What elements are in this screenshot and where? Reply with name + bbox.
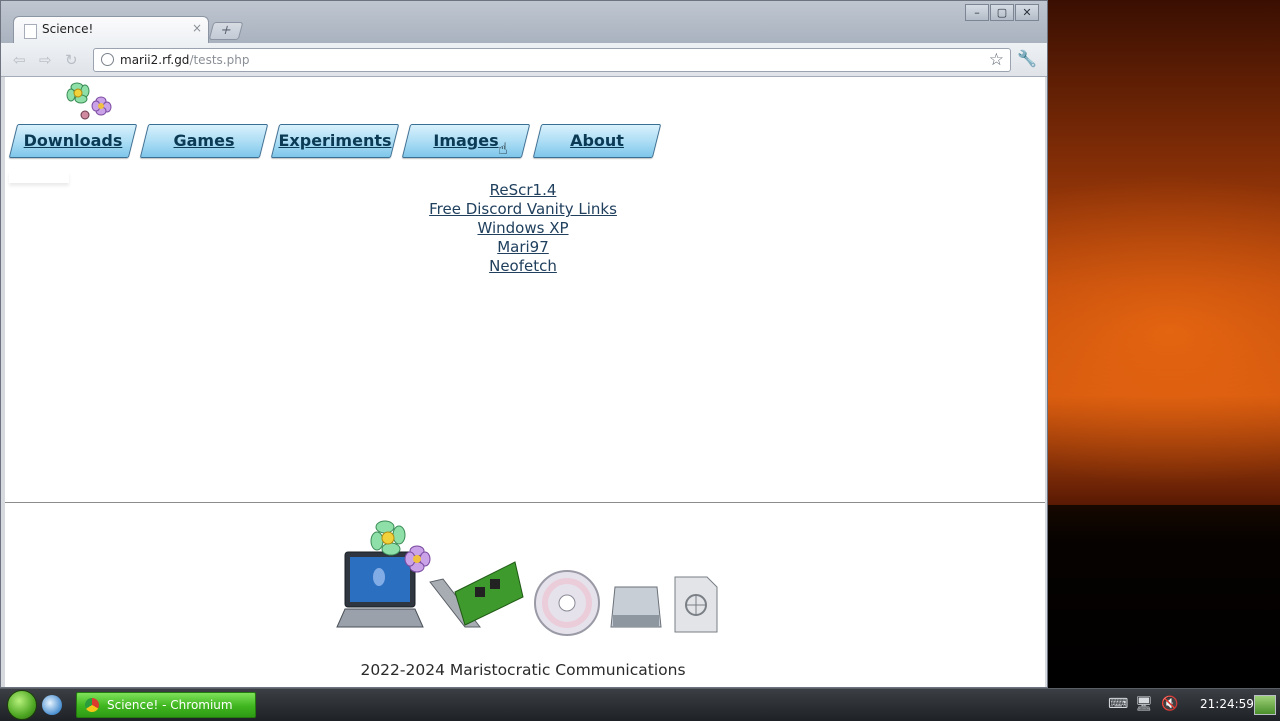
flower-logo-icon [66,82,112,120]
nav-experiments[interactable]: Experiments [270,124,400,158]
back-arrow-icon[interactable]: ⇦ [13,51,26,69]
tab-science[interactable]: Science! × [13,16,209,43]
wallpaper-horizon [1048,505,1280,695]
browser-window: Science! × + – ▢ ✕ ⇦ ⇨ ↻ marii2.rf.gd/te… [0,0,1048,688]
taskbar: Science! - Chromium ⌨ 🖥 🔇 21:24:59 [0,688,1280,721]
hard-drive-icon [610,586,662,628]
new-tab-button[interactable]: + [208,22,244,40]
close-window-button[interactable]: ✕ [1015,4,1039,21]
network-card-icon [429,561,524,628]
nav-games[interactable]: Games [139,124,269,158]
nav-label: Games [173,131,235,150]
url-text: marii2.rf.gd/tests.php [120,53,249,67]
start-button[interactable] [7,690,37,720]
link-list: ReScr1.4 Free Discord Vanity Links Windo… [5,181,1041,276]
link-windows-xp[interactable]: Windows XP [5,219,1041,238]
link-discord-vanity[interactable]: Free Discord Vanity Links [5,200,1041,219]
forward-arrow-icon[interactable]: ⇨ [39,51,52,69]
tab-title: Science! [42,22,94,36]
url-host: marii2.rf.gd [120,53,190,67]
globe-icon [101,53,114,66]
clock[interactable]: 21:24:59 [1200,697,1254,711]
nav-downloads[interactable]: Downloads [8,124,138,158]
link-rescr[interactable]: ReScr1.4 [5,181,1041,200]
minimize-button[interactable]: – [965,4,989,21]
chromium-icon [85,698,99,712]
address-bar[interactable]: marii2.rf.gd/tests.php ☆ [93,48,1011,72]
nav-label: Experiments [278,131,392,150]
window-controls: – ▢ ✕ [965,4,1039,21]
taskbar-item-label: Science! - Chromium [107,698,233,712]
nav-images[interactable]: Images [401,124,531,158]
taskbar-item-chromium[interactable]: Science! - Chromium [76,692,256,718]
system-tray: ⌨ 🖥 🔇 [1108,694,1180,714]
page-viewport: Downloads Games Experiments Images About… [5,77,1045,687]
browser-toolbar: ⇦ ⇨ ↻ marii2.rf.gd/tests.php ☆ 🔧 [1,43,1047,77]
link-neofetch[interactable]: Neofetch [5,257,1041,276]
wrench-menu-icon[interactable]: 🔧 [1017,49,1037,68]
bookmark-star-icon[interactable]: ☆ [989,50,1004,70]
network-icon[interactable]: 🖥 [1134,694,1154,714]
link-mari97[interactable]: Mari97 [5,238,1041,257]
nav-label: About [570,131,624,150]
cd-disc-icon [534,570,600,636]
nav-about[interactable]: About [532,124,662,158]
keyboard-icon[interactable]: ⌨ [1108,694,1128,714]
maximize-button[interactable]: ▢ [990,4,1014,21]
footer-divider [5,502,1045,503]
page-favicon-icon [24,24,37,39]
reload-icon[interactable]: ↻ [65,51,78,69]
browser-launcher-icon[interactable] [42,695,62,715]
tab-close-button[interactable]: × [192,21,202,35]
url-path: /tests.php [189,53,250,67]
show-desktop-button[interactable] [1254,695,1276,715]
mouse-cursor-icon: ☝ [498,139,508,158]
web-document-icon [674,576,718,633]
title-bar[interactable]: Science! × + – ▢ ✕ [1,1,1047,43]
nav-label: Downloads [23,131,123,150]
footer-copyright: 2022-2024 Maristocratic Communications [360,661,686,679]
footer-hardware-banner [336,520,718,636]
volume-muted-icon[interactable]: 🔇 [1160,694,1180,714]
plus-icon: + [218,23,234,38]
